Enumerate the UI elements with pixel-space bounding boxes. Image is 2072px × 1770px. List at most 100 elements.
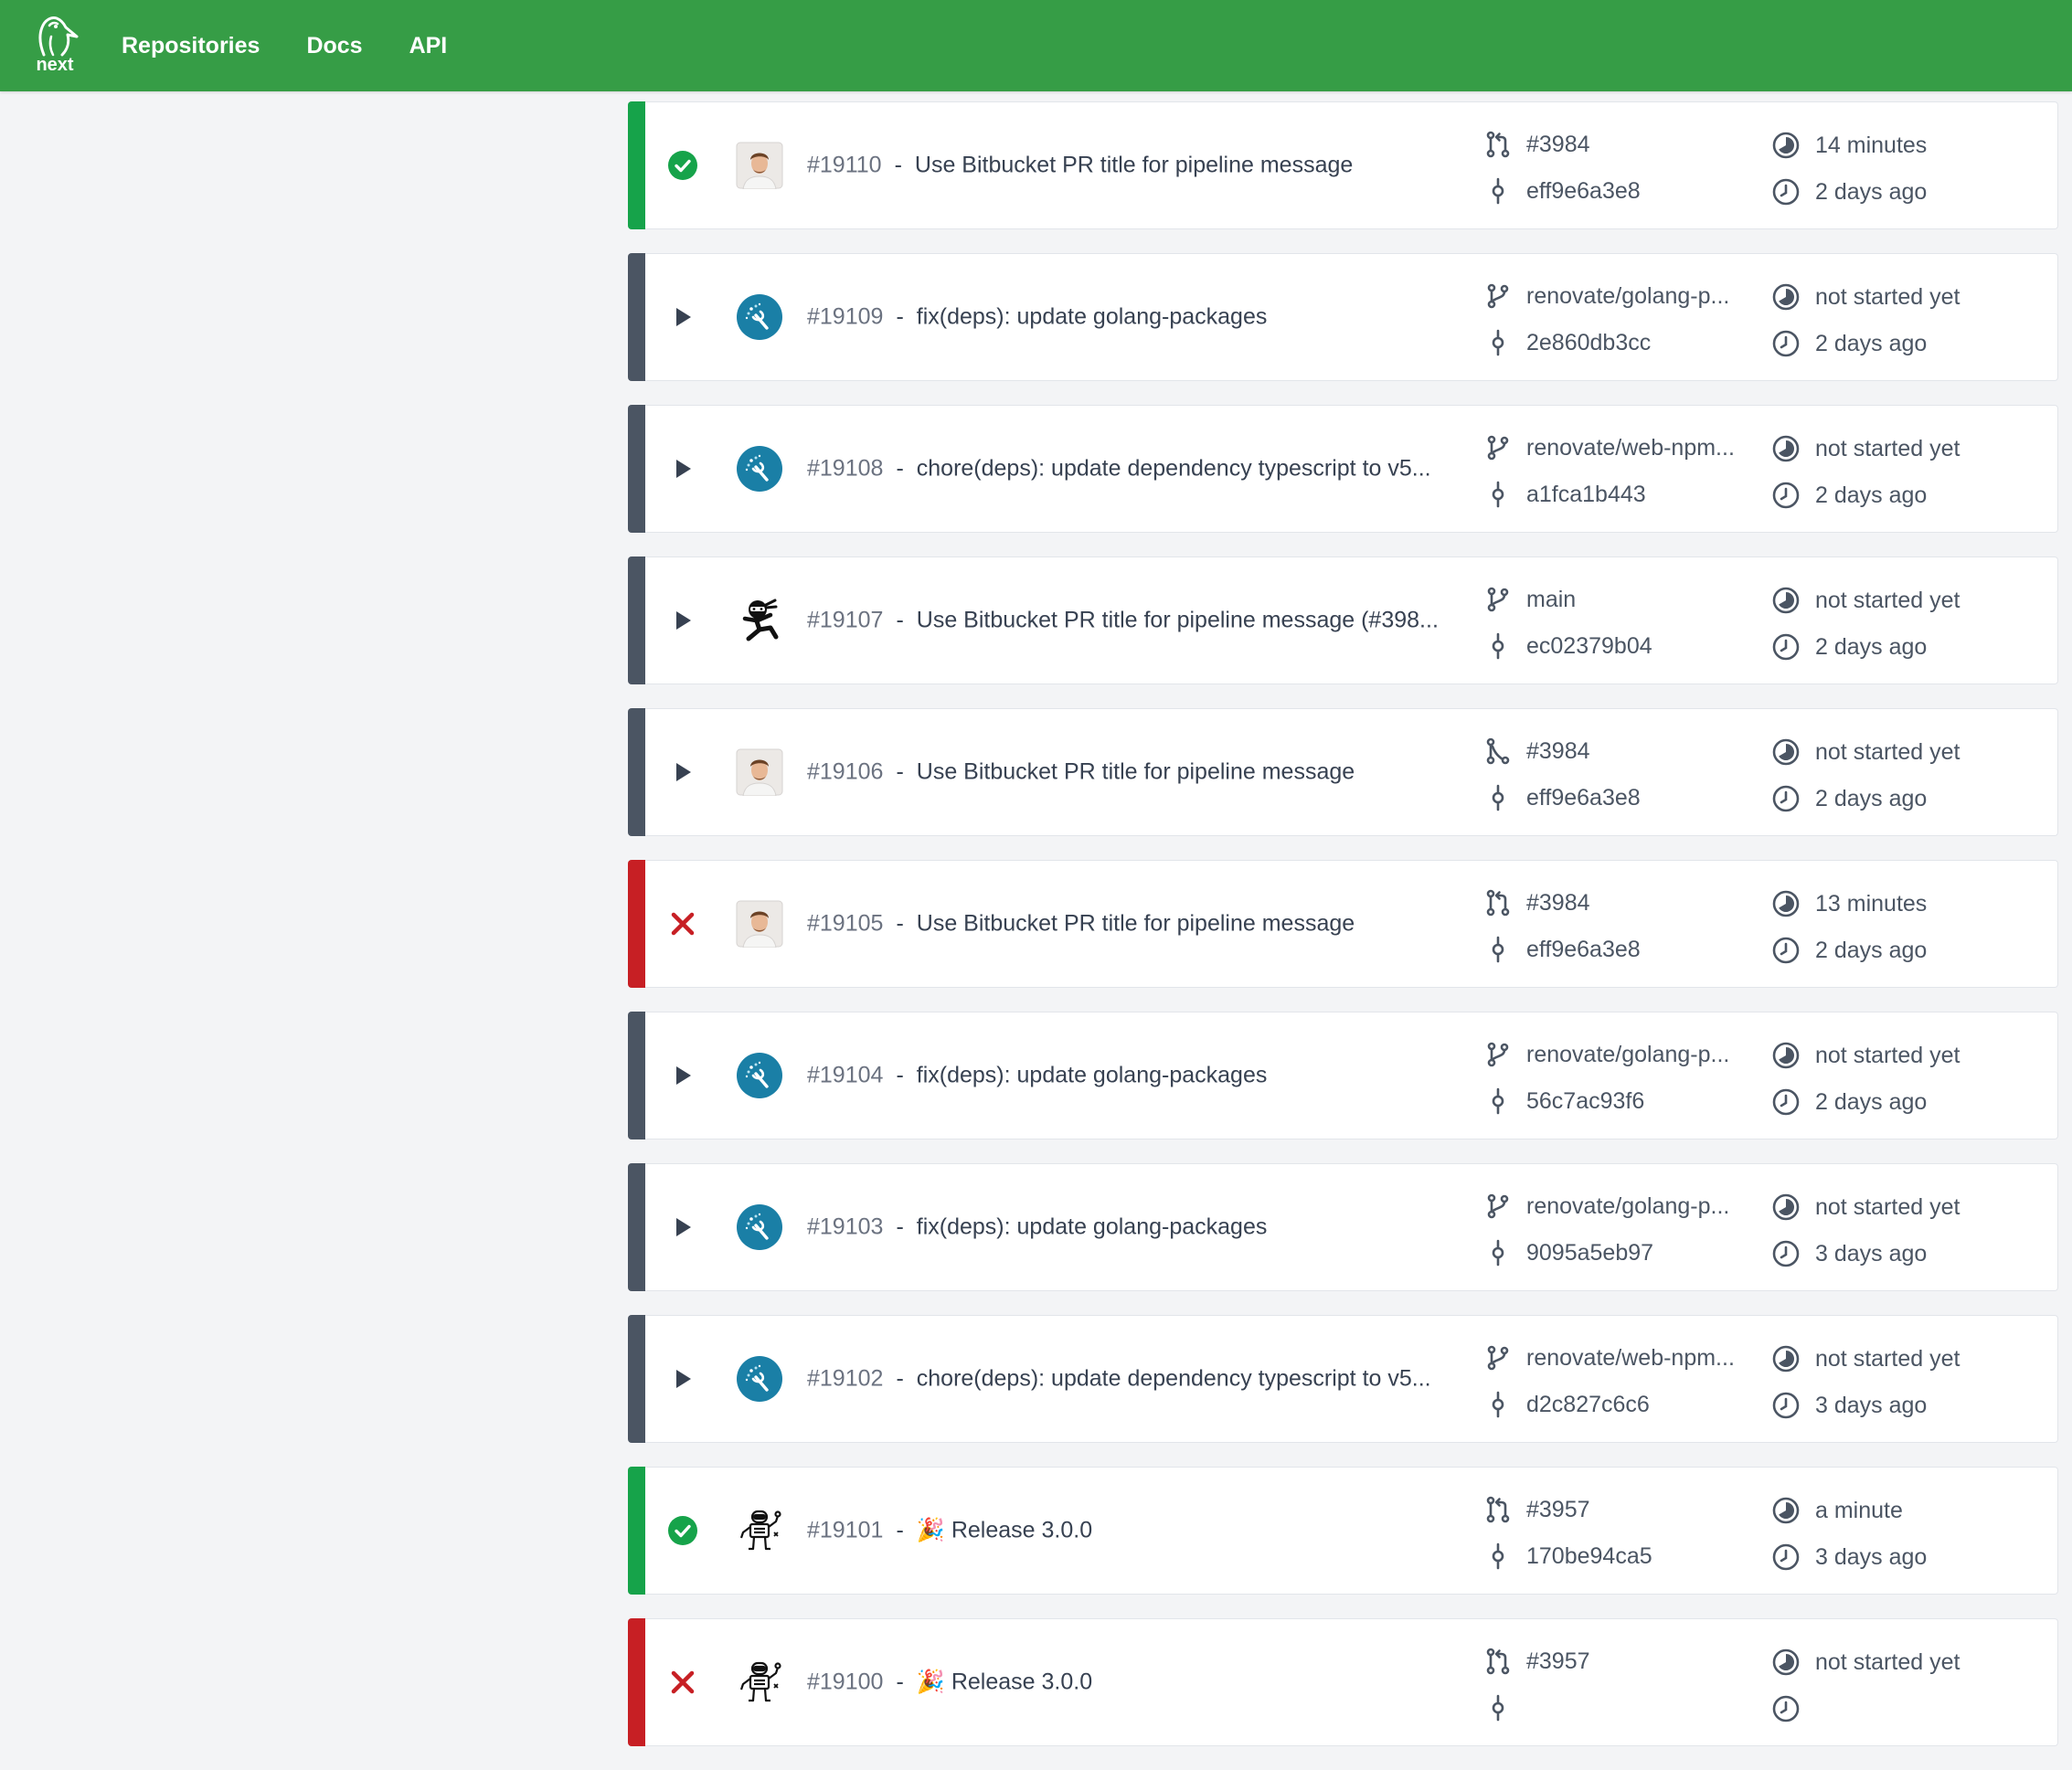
pipeline-number: #19107 xyxy=(807,607,884,633)
pipeline-duration-text: not started yet xyxy=(1815,1345,1960,1372)
branch-icon xyxy=(1484,282,1512,310)
pipeline-title[interactable]: #19101- 🎉 Release 3.0.0 xyxy=(807,1518,1092,1544)
pipeline-created-text: 2 days ago xyxy=(1815,785,1928,811)
pipeline-created-text: 2 days ago xyxy=(1815,1088,1928,1115)
nav-api[interactable]: API xyxy=(409,33,448,59)
duration-icon xyxy=(1771,1496,1801,1525)
commit-icon xyxy=(1484,1694,1512,1722)
pipeline-created-text: 3 days ago xyxy=(1815,1543,1928,1570)
pipeline-row[interactable]: #19105- Use Bitbucket PR title for pipeli… xyxy=(628,860,2058,988)
pipeline-title[interactable]: #19102- chore(deps): update dependency ty… xyxy=(807,1366,1431,1393)
pipeline-ref-text: #3957 xyxy=(1526,1648,1590,1674)
pipeline-duration-text: not started yet xyxy=(1815,587,1960,613)
title-separator: - xyxy=(896,455,904,482)
pipeline-duration-text: not started yet xyxy=(1815,435,1960,461)
pipeline-ref-text: #3957 xyxy=(1526,1496,1590,1522)
pipeline-ref-text: renovate/golang-p... xyxy=(1526,1041,1730,1067)
commit-icon xyxy=(1484,936,1512,963)
pipeline-row[interactable]: #19107- Use Bitbucket PR title for pipeli… xyxy=(628,556,2058,684)
title-separator: - xyxy=(896,758,904,785)
pipeline-ref: #3984 xyxy=(1484,737,1590,765)
pipeline-number: #19110 xyxy=(807,152,882,178)
pipeline-message: Use Bitbucket PR title for pipeline mess… xyxy=(916,910,1355,937)
person-avatar xyxy=(736,900,783,948)
pipeline-title[interactable]: #19100- 🎉 Release 3.0.0 xyxy=(807,1669,1092,1696)
pipeline-row[interactable]: #19103- fix(deps): update golang-packages… xyxy=(628,1163,2058,1291)
pipeline-ref: renovate/golang-p... xyxy=(1484,1192,1729,1220)
pipeline-commit-text: 9095a5eb97 xyxy=(1526,1239,1654,1266)
pr-closed-icon xyxy=(1484,737,1512,765)
branch-icon xyxy=(1484,586,1512,613)
duration-icon xyxy=(1771,889,1801,918)
commit-icon xyxy=(1484,1087,1512,1115)
pipeline-created: 2 days ago xyxy=(1771,329,1927,358)
play-icon xyxy=(666,1059,699,1092)
pipeline-ref: renovate/golang-p... xyxy=(1484,282,1729,310)
pipeline-commit-text: 170be94ca5 xyxy=(1526,1542,1652,1569)
pipeline-row[interactable]: #19101- 🎉 Release 3.0.0 #3957 170be94ca5 a m… xyxy=(628,1467,2058,1595)
woodpecker-icon xyxy=(38,16,79,57)
pipeline-title[interactable]: #19108- chore(deps): update dependency ty… xyxy=(807,456,1431,482)
pipeline-title[interactable]: #19106- Use Bitbucket PR title for pipeli… xyxy=(807,759,1355,786)
pipeline-row[interactable]: #19109- fix(deps): update golang-packages… xyxy=(628,253,2058,381)
play-icon xyxy=(666,1211,699,1244)
pipeline-commit-text: 56c7ac93f6 xyxy=(1526,1087,1645,1114)
pipeline-commit-text: eff9e6a3e8 xyxy=(1526,177,1641,204)
pipeline-title[interactable]: #19109- fix(deps): update golang-packages xyxy=(807,304,1267,331)
clock-icon xyxy=(1771,632,1801,662)
pipeline-duration: not started yet xyxy=(1771,737,1960,767)
pipeline-title[interactable]: #19107- Use Bitbucket PR title for pipeli… xyxy=(807,608,1439,634)
pipeline-commit: 170be94ca5 xyxy=(1484,1542,1652,1570)
pipeline-created: 3 days ago xyxy=(1771,1239,1927,1268)
clock-icon xyxy=(1771,481,1801,510)
pipeline-ref-text: renovate/web-npm... xyxy=(1526,1344,1735,1371)
pipeline-commit: ec02379b04 xyxy=(1484,632,1652,660)
pipeline-title[interactable]: #19105- Use Bitbucket PR title for pipeli… xyxy=(807,911,1355,938)
pipeline-number: #19101 xyxy=(807,1517,884,1543)
duration-icon xyxy=(1771,282,1801,312)
pipeline-row[interactable]: #19106- Use Bitbucket PR title for pipeli… xyxy=(628,708,2058,836)
pipeline-title[interactable]: #19103- fix(deps): update golang-packages xyxy=(807,1214,1267,1241)
pipeline-title[interactable]: #19104- fix(deps): update golang-packages xyxy=(807,1063,1267,1089)
pipeline-commit-text: d2c827c6c6 xyxy=(1526,1391,1650,1417)
pipeline-created: 2 days ago xyxy=(1771,1087,1927,1117)
play-icon xyxy=(666,452,699,485)
pipeline-ref-text: renovate/golang-p... xyxy=(1526,282,1730,309)
pipeline-commit: 2e860db3cc xyxy=(1484,329,1651,356)
status-bar xyxy=(628,405,645,533)
robot-avatar xyxy=(736,1507,783,1554)
nav-repositories[interactable]: Repositories xyxy=(122,33,260,59)
status-bar xyxy=(628,1315,645,1443)
pipeline-commit-text: eff9e6a3e8 xyxy=(1526,784,1641,811)
pipeline-row[interactable]: #19108- chore(deps): update dependency ty… xyxy=(628,405,2058,533)
pipeline-row[interactable]: #19110- Use Bitbucket PR title for pipeli… xyxy=(628,101,2058,229)
pipeline-ref-text: renovate/web-npm... xyxy=(1526,434,1735,461)
pull-request-icon xyxy=(1484,131,1512,158)
status-bar xyxy=(628,556,645,684)
pipeline-commit-text: a1fca1b443 xyxy=(1526,481,1646,507)
pipeline-number: #19103 xyxy=(807,1214,884,1240)
pipeline-created: 3 days ago xyxy=(1771,1391,1927,1420)
pipeline-row[interactable]: #19102- chore(deps): update dependency ty… xyxy=(628,1315,2058,1443)
status-bar xyxy=(628,1012,645,1139)
pipeline-created: 2 days ago xyxy=(1771,784,1927,813)
title-separator: - xyxy=(896,303,904,330)
commit-icon xyxy=(1484,784,1512,811)
pipeline-title[interactable]: #19110- Use Bitbucket PR title for pipeli… xyxy=(807,153,1353,179)
pipeline-message: Use Bitbucket PR title for pipeline mess… xyxy=(914,152,1354,178)
status-bar xyxy=(628,860,645,988)
pipeline-row[interactable]: #19100- 🎉 Release 3.0.0 #3957 not started y… xyxy=(628,1618,2058,1746)
pipeline-duration-text: not started yet xyxy=(1815,1193,1960,1220)
nav-docs[interactable]: Docs xyxy=(306,33,362,59)
pipeline-commit-text: eff9e6a3e8 xyxy=(1526,936,1641,962)
pipeline-duration: not started yet xyxy=(1771,282,1960,312)
pipeline-duration: not started yet xyxy=(1771,586,1960,615)
pipeline-row[interactable]: #19104- fix(deps): update golang-packages… xyxy=(628,1012,2058,1139)
play-icon xyxy=(666,301,699,334)
pipeline-created-text: 2 days ago xyxy=(1815,482,1928,508)
pipeline-number: #19104 xyxy=(807,1062,884,1088)
renovate-avatar xyxy=(736,1052,783,1099)
woodpecker-logo[interactable]: next xyxy=(29,13,80,79)
pipeline-created: 3 days ago xyxy=(1771,1542,1927,1572)
pipeline-duration-text: not started yet xyxy=(1815,1042,1960,1068)
